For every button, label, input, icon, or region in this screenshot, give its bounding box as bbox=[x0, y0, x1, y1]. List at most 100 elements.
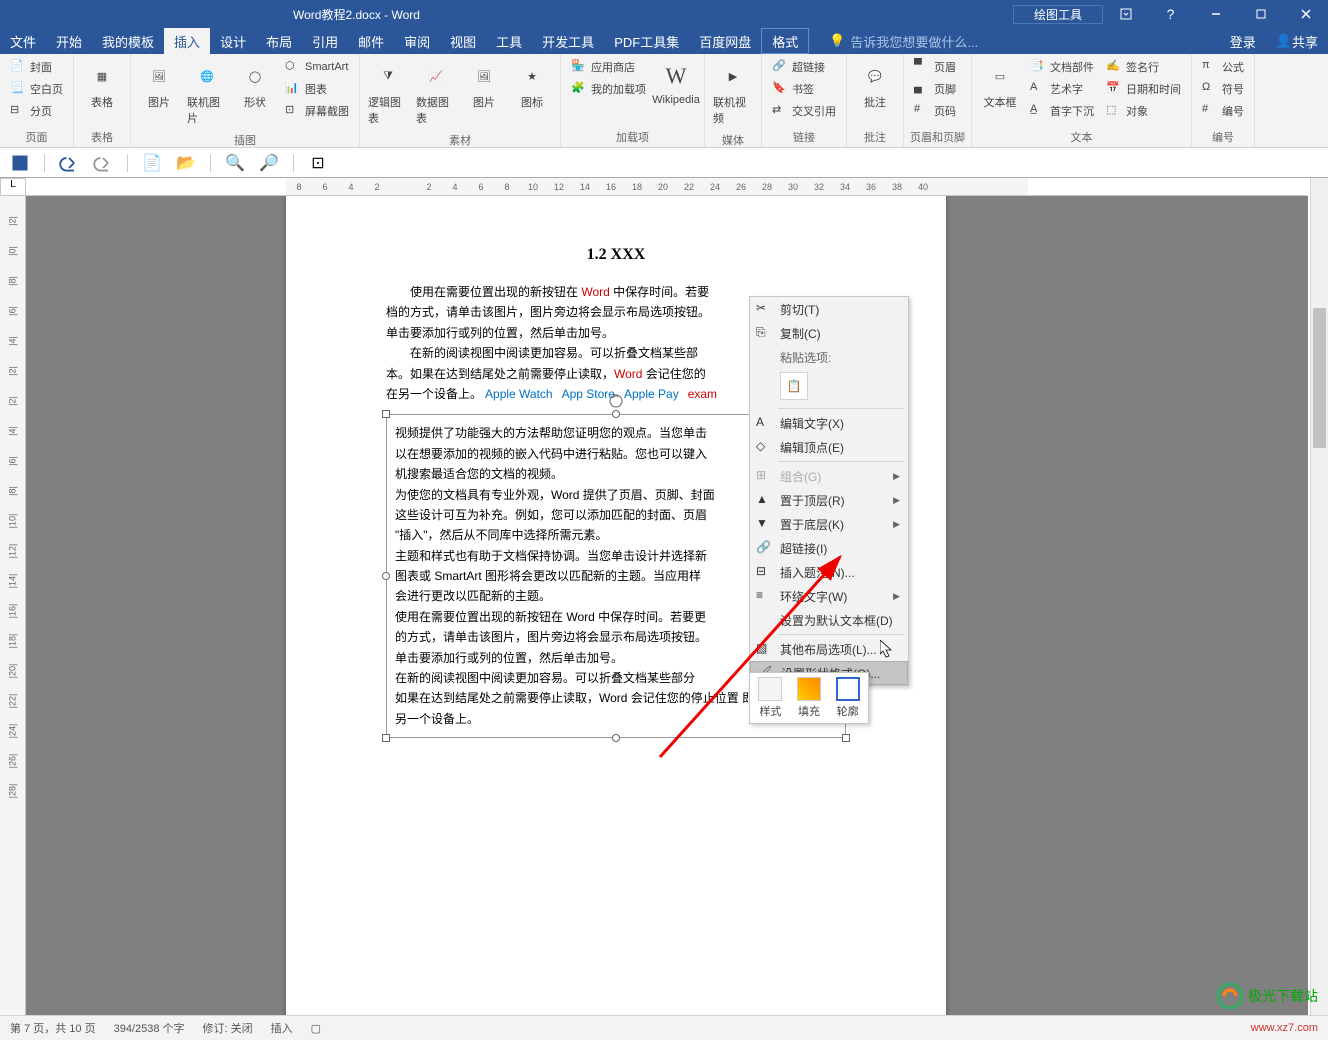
menu-edit-text[interactable]: A编辑文字(X) bbox=[750, 411, 908, 435]
horizontal-ruler[interactable]: 8642246810121416182022242628303234363840 bbox=[26, 178, 1308, 196]
tab-pdf[interactable]: PDF工具集 bbox=[604, 28, 689, 54]
footer-button[interactable]: ▄页脚 bbox=[910, 78, 960, 100]
resize-handle[interactable] bbox=[382, 410, 390, 418]
picture-button[interactable]: 🖼图片 bbox=[137, 56, 181, 114]
track-changes-status[interactable]: 修订: 关闭 bbox=[203, 1020, 253, 1036]
tab-format[interactable]: 格式 bbox=[761, 28, 809, 54]
text-box-button[interactable]: ▭文本框 bbox=[978, 56, 1022, 114]
vertical-ruler[interactable]: |2||0||8||6||4||2||2||4||6||8||10||12||1… bbox=[0, 196, 26, 1015]
tab-baidu[interactable]: 百度网盘 bbox=[689, 28, 761, 54]
login-button[interactable]: 登录 bbox=[1220, 28, 1266, 54]
ribbon-options-icon[interactable] bbox=[1103, 0, 1148, 28]
save-button[interactable] bbox=[10, 153, 30, 173]
menu-bring-front[interactable]: ▲置于顶层(R)▶ bbox=[750, 488, 908, 512]
number-button[interactable]: #编号 bbox=[1198, 100, 1248, 122]
hyperlink-button[interactable]: 🔗超链接 bbox=[768, 56, 840, 78]
zoom-in-button[interactable]: 🔍 bbox=[225, 153, 245, 173]
online-video-button[interactable]: ▶联机视频 bbox=[711, 56, 755, 130]
tab-template[interactable]: 我的模板 bbox=[92, 28, 164, 54]
object-button[interactable]: ⬚对象 bbox=[1102, 100, 1185, 122]
tab-file[interactable]: 文件 bbox=[0, 28, 46, 54]
date-time-button[interactable]: 📅日期和时间 bbox=[1102, 78, 1185, 100]
shapes-button[interactable]: ◯形状 bbox=[233, 56, 277, 114]
insert-mode[interactable]: 插入 bbox=[271, 1020, 293, 1036]
my-addins-button[interactable]: 🧩我的加载项 bbox=[567, 78, 650, 100]
symbol-button[interactable]: Ω符号 bbox=[1198, 78, 1248, 100]
resize-handle[interactable] bbox=[842, 734, 850, 742]
tab-view[interactable]: 视图 bbox=[440, 28, 486, 54]
logic-chart-button[interactable]: ⧩逻辑图表 bbox=[366, 56, 410, 130]
equation-button[interactable]: π公式 bbox=[1198, 56, 1248, 78]
close-button[interactable] bbox=[1283, 0, 1328, 28]
undo-button[interactable] bbox=[59, 153, 79, 173]
ruler-corner[interactable]: L bbox=[0, 178, 26, 196]
page-count[interactable]: 第 7 页，共 10 页 bbox=[10, 1020, 96, 1036]
paste-option-button[interactable]: 📋 bbox=[780, 372, 808, 400]
maximize-button[interactable] bbox=[1238, 0, 1283, 28]
open-button[interactable]: 📂 bbox=[176, 153, 196, 173]
zoom-out-button[interactable]: 🔎 bbox=[259, 153, 279, 173]
dropcap-button[interactable]: A̲首字下沉 bbox=[1026, 100, 1098, 122]
resize-handle[interactable] bbox=[382, 734, 390, 742]
redo-button[interactable] bbox=[93, 153, 113, 173]
screenshot-button[interactable]: ⊡屏幕截图 bbox=[281, 100, 353, 122]
table-button[interactable]: ▦表格 bbox=[80, 56, 124, 114]
wordart-button[interactable]: A艺术字 bbox=[1026, 78, 1098, 100]
ribbon-group-links: 链接 bbox=[768, 127, 840, 147]
tab-review[interactable]: 审阅 bbox=[394, 28, 440, 54]
tab-mailings[interactable]: 邮件 bbox=[348, 28, 394, 54]
tab-insert[interactable]: 插入 bbox=[164, 28, 210, 54]
macro-record-icon[interactable]: ▢ bbox=[311, 1022, 321, 1035]
help-icon[interactable]: ? bbox=[1148, 0, 1193, 28]
chart-button[interactable]: 📊图表 bbox=[281, 78, 353, 100]
menu-default-textbox[interactable]: 设置为默认文本框(D) bbox=[750, 608, 908, 632]
online-picture-button[interactable]: 🌐联机图片 bbox=[185, 56, 229, 130]
new-doc-button[interactable]: 📄 bbox=[142, 153, 162, 173]
comment-button[interactable]: 💬批注 bbox=[853, 56, 897, 114]
signature-line-button[interactable]: ✍签名行 bbox=[1102, 56, 1185, 78]
resize-handle[interactable] bbox=[612, 734, 620, 742]
tell-me-search[interactable]: 💡 告诉我您想要做什么... bbox=[829, 32, 978, 51]
share-button[interactable]: 👤共享 bbox=[1266, 28, 1328, 54]
scrollbar-thumb[interactable] bbox=[1313, 308, 1326, 448]
tab-home[interactable]: 开始 bbox=[46, 28, 92, 54]
mini-style-button[interactable]: 样式 bbox=[758, 677, 782, 719]
tab-layout[interactable]: 布局 bbox=[256, 28, 302, 54]
material-icon-button[interactable]: ★图标 bbox=[510, 56, 554, 114]
tab-references[interactable]: 引用 bbox=[302, 28, 348, 54]
cross-ref-button[interactable]: ⇄交叉引用 bbox=[768, 100, 840, 122]
mini-outline-button[interactable]: 轮廓 bbox=[836, 677, 860, 719]
mini-fill-button[interactable]: 填充 bbox=[797, 677, 821, 719]
tab-design[interactable]: 设计 bbox=[210, 28, 256, 54]
page-number-button[interactable]: #页码 bbox=[910, 100, 960, 122]
menu-insert-caption[interactable]: ⊟插入题注(N)... bbox=[750, 560, 908, 584]
app-store-button[interactable]: 🏪应用商店 bbox=[567, 56, 650, 78]
header-button[interactable]: ▀页眉 bbox=[910, 56, 960, 78]
smartart-button[interactable]: ⬡SmartArt bbox=[281, 56, 353, 78]
tab-tools[interactable]: 工具 bbox=[486, 28, 532, 54]
resize-handle[interactable] bbox=[382, 572, 390, 580]
resize-handle[interactable] bbox=[612, 410, 620, 418]
data-chart-button[interactable]: 📈数据图表 bbox=[414, 56, 458, 130]
page-break-button[interactable]: ⊟分页 bbox=[6, 100, 67, 122]
menu-wrap-text[interactable]: ≡环绕文字(W)▶ bbox=[750, 584, 908, 608]
word-count[interactable]: 394/2538 个字 bbox=[114, 1020, 185, 1036]
material-pic-button[interactable]: 🖼图片 bbox=[462, 56, 506, 114]
wikipedia-button[interactable]: WWikipedia bbox=[654, 56, 698, 110]
menu-copy[interactable]: ⎘复制(C) bbox=[750, 321, 908, 345]
menu-hyperlink[interactable]: 🔗超链接(I) bbox=[750, 536, 908, 560]
menu-send-back[interactable]: ▼置于底层(K)▶ bbox=[750, 512, 908, 536]
rotate-handle-icon[interactable] bbox=[608, 393, 624, 409]
wikipedia-icon: W bbox=[660, 60, 692, 92]
insert-screenshot-button[interactable]: ⊡ bbox=[308, 153, 328, 173]
bookmark-button[interactable]: 🔖书签 bbox=[768, 78, 840, 100]
minimize-button[interactable] bbox=[1193, 0, 1238, 28]
menu-edit-points[interactable]: ◇编辑顶点(E) bbox=[750, 435, 908, 459]
tab-developer[interactable]: 开发工具 bbox=[532, 28, 604, 54]
cover-page-button[interactable]: 📄封面 bbox=[6, 56, 67, 78]
vertical-scrollbar[interactable] bbox=[1310, 178, 1328, 1015]
symbol-icon: Ω bbox=[1202, 81, 1218, 97]
blank-page-button[interactable]: 📃空白页 bbox=[6, 78, 67, 100]
menu-cut[interactable]: ✂剪切(T) bbox=[750, 297, 908, 321]
doc-parts-button[interactable]: 📑文档部件 bbox=[1026, 56, 1098, 78]
